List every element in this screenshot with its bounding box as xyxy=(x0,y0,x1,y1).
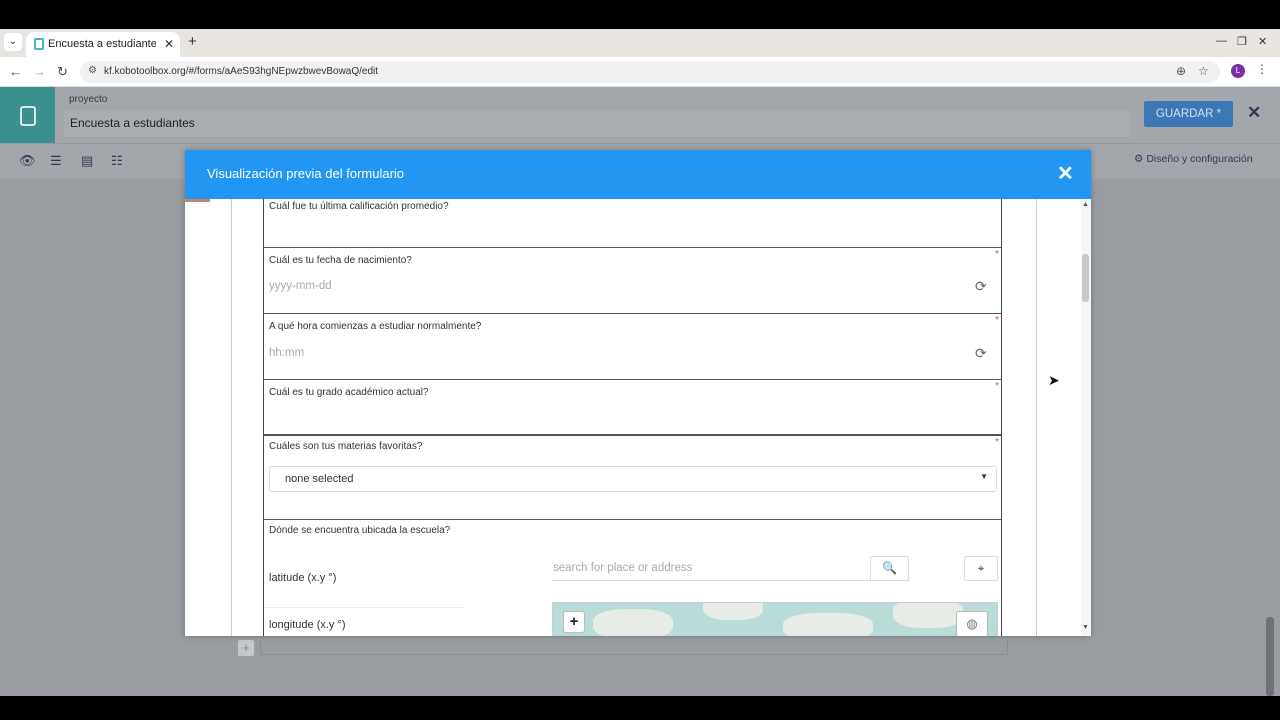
new-tab-button[interactable]: + xyxy=(188,33,197,50)
restore-icon[interactable]: ❐ xyxy=(1237,35,1247,48)
app-header: proyecto Encuesta a estudiantes GUARDAR … xyxy=(0,87,1280,143)
place-search-input[interactable]: search for place or address xyxy=(552,556,909,581)
search-button[interactable]: 🔍 xyxy=(870,556,909,581)
minimize-icon[interactable]: — xyxy=(1216,35,1227,47)
latitude-label: latitude (x.y °) xyxy=(269,572,337,584)
question-list-icon[interactable]: ☰ xyxy=(50,153,62,169)
scroll-thumb[interactable] xyxy=(1082,254,1089,302)
refresh-icon[interactable]: ⟳ xyxy=(975,278,987,295)
form-preview-modal: Visualización previa del formulario ✕ Cu… xyxy=(185,150,1091,636)
question-location: Dónde se encuentra ubicada la escuela? l… xyxy=(263,520,1002,636)
tab-title: Encuesta a estudiantes | xyxy=(48,38,156,50)
grade-input[interactable] xyxy=(264,402,1001,432)
scroll-up-icon[interactable]: ▲ xyxy=(1082,201,1089,208)
crosshair-icon: ⌖ xyxy=(977,561,985,575)
modal-header: Visualización previa del formulario ✕ xyxy=(185,150,1091,199)
select-value: none selected xyxy=(285,473,354,485)
project-label: proyecto xyxy=(69,94,108,105)
question-birthdate: * Cuál es tu fecha de nacimiento? yyyy-m… xyxy=(263,248,1002,314)
preview-eye-icon[interactable]: 👁 xyxy=(19,153,36,169)
question-label: A qué hora comienzas a estudiar normalme… xyxy=(269,321,482,332)
browser-navbar: ← → ↻ ⚙ kf.kobotoolbox.org/#/forms/aAeS9… xyxy=(0,57,1280,87)
window-close-icon[interactable]: ✕ xyxy=(1258,35,1267,48)
app-logo[interactable] xyxy=(0,87,55,143)
design-settings-label: Diseño y configuración xyxy=(1146,153,1253,165)
question-gpa: Cuál fue tu última calificación promedio… xyxy=(263,199,1002,248)
required-marker: * xyxy=(995,381,999,392)
map-landmass xyxy=(783,613,873,636)
layout-icon[interactable]: ☷ xyxy=(111,153,123,169)
required-marker: * xyxy=(995,437,999,448)
modal-title: Visualización previa del formulario xyxy=(207,166,405,181)
browser-menu-icon[interactable]: ⋮ xyxy=(1256,62,1268,76)
app-close-icon[interactable]: ✕ xyxy=(1247,103,1261,123)
browser-tabstrip: ⌄ Encuesta a estudiantes | ✕ + — ❐ ✕ xyxy=(0,29,1280,57)
mouse-cursor-icon: ➤ xyxy=(1048,372,1060,388)
gpa-input[interactable] xyxy=(264,215,1001,247)
globe-icon[interactable]: ◍ xyxy=(956,611,988,636)
search-icon: 🔍 xyxy=(882,561,897,575)
project-name-input[interactable]: Encuesta a estudiantes xyxy=(64,111,1130,137)
add-question-button[interactable]: + xyxy=(238,640,254,656)
question-subjects: * Cuáles son tus materias favoritas? non… xyxy=(263,436,1002,520)
scroll-down-icon[interactable]: ▼ xyxy=(1082,624,1089,631)
forward-icon[interactable]: → xyxy=(33,64,46,79)
site-settings-icon[interactable]: ⚙ xyxy=(88,65,97,76)
bookmark-star-icon[interactable]: ☆ xyxy=(1198,64,1209,78)
question-label: Cuál fue tu última calificación promedio… xyxy=(269,201,449,212)
zoom-icon[interactable]: ⊕ xyxy=(1176,64,1186,78)
browser-tab[interactable]: Encuesta a estudiantes | ✕ xyxy=(26,32,180,57)
url-text: kf.kobotoolbox.org/#/forms/aAeS93hgNEpwz… xyxy=(104,66,379,77)
map-landmass xyxy=(593,609,673,636)
form-row-outline xyxy=(260,641,1008,655)
reload-icon[interactable]: ↻ xyxy=(57,64,68,80)
caret-down-icon: ▼ xyxy=(980,472,988,481)
modal-scrollbar[interactable]: ▲ ▼ xyxy=(1081,199,1091,636)
tab-search-button[interactable]: ⌄ xyxy=(4,33,22,51)
address-bar[interactable]: ⚙ kf.kobotoolbox.org/#/forms/aAeS93hgNEp… xyxy=(80,61,1220,83)
question-label: Cuál es tu grado académico actual? xyxy=(269,387,429,398)
question-label: Cuál es tu fecha de nacimiento? xyxy=(269,255,412,266)
divider xyxy=(264,607,464,608)
screen: ⌄ Encuesta a estudiantes | ✕ + — ❐ ✕ ← →… xyxy=(0,29,1280,696)
profile-avatar[interactable]: L xyxy=(1231,64,1245,78)
map-view[interactable]: + ◍ xyxy=(552,602,998,636)
back-icon[interactable]: ← xyxy=(9,64,22,79)
modal-body: Cuál fue tu última calificación promedio… xyxy=(185,199,1091,636)
zoom-in-button[interactable]: + xyxy=(563,611,585,633)
save-button[interactable]: GUARDAR * xyxy=(1144,101,1233,127)
progress-marker xyxy=(185,199,210,202)
longitude-label: longitude (x.y °) xyxy=(269,619,346,631)
form-logo-icon xyxy=(20,106,36,126)
required-marker: * xyxy=(995,249,999,260)
question-grade: * Cuál es tu grado académico actual? xyxy=(263,380,1002,436)
required-marker: * xyxy=(995,315,999,326)
modal-close-icon[interactable]: ✕ xyxy=(1057,161,1074,186)
page-scrollbar[interactable] xyxy=(1266,617,1274,696)
kobo-favicon-icon xyxy=(34,38,44,50)
question-label: Dónde se encuentra ubicada la escuela? xyxy=(269,525,451,536)
map-landmass xyxy=(893,603,963,628)
design-settings-link[interactable]: ⚙ Diseño y configuración xyxy=(1134,153,1253,165)
tab-close-icon[interactable]: ✕ xyxy=(164,37,174,51)
question-label: Cuáles son tus materias favoritas? xyxy=(269,441,423,452)
refresh-icon[interactable]: ⟳ xyxy=(975,345,987,362)
group-icon[interactable]: ▤ xyxy=(81,153,93,169)
subjects-select[interactable]: none selected ▼ xyxy=(269,466,997,492)
locate-button[interactable]: ⌖ xyxy=(964,556,998,581)
time-input[interactable]: hh:mm xyxy=(269,347,304,359)
question-study-time: * A qué hora comienzas a estudiar normal… xyxy=(263,314,1002,380)
map-landmass xyxy=(703,603,763,620)
date-input[interactable]: yyyy-mm-dd xyxy=(269,280,332,292)
